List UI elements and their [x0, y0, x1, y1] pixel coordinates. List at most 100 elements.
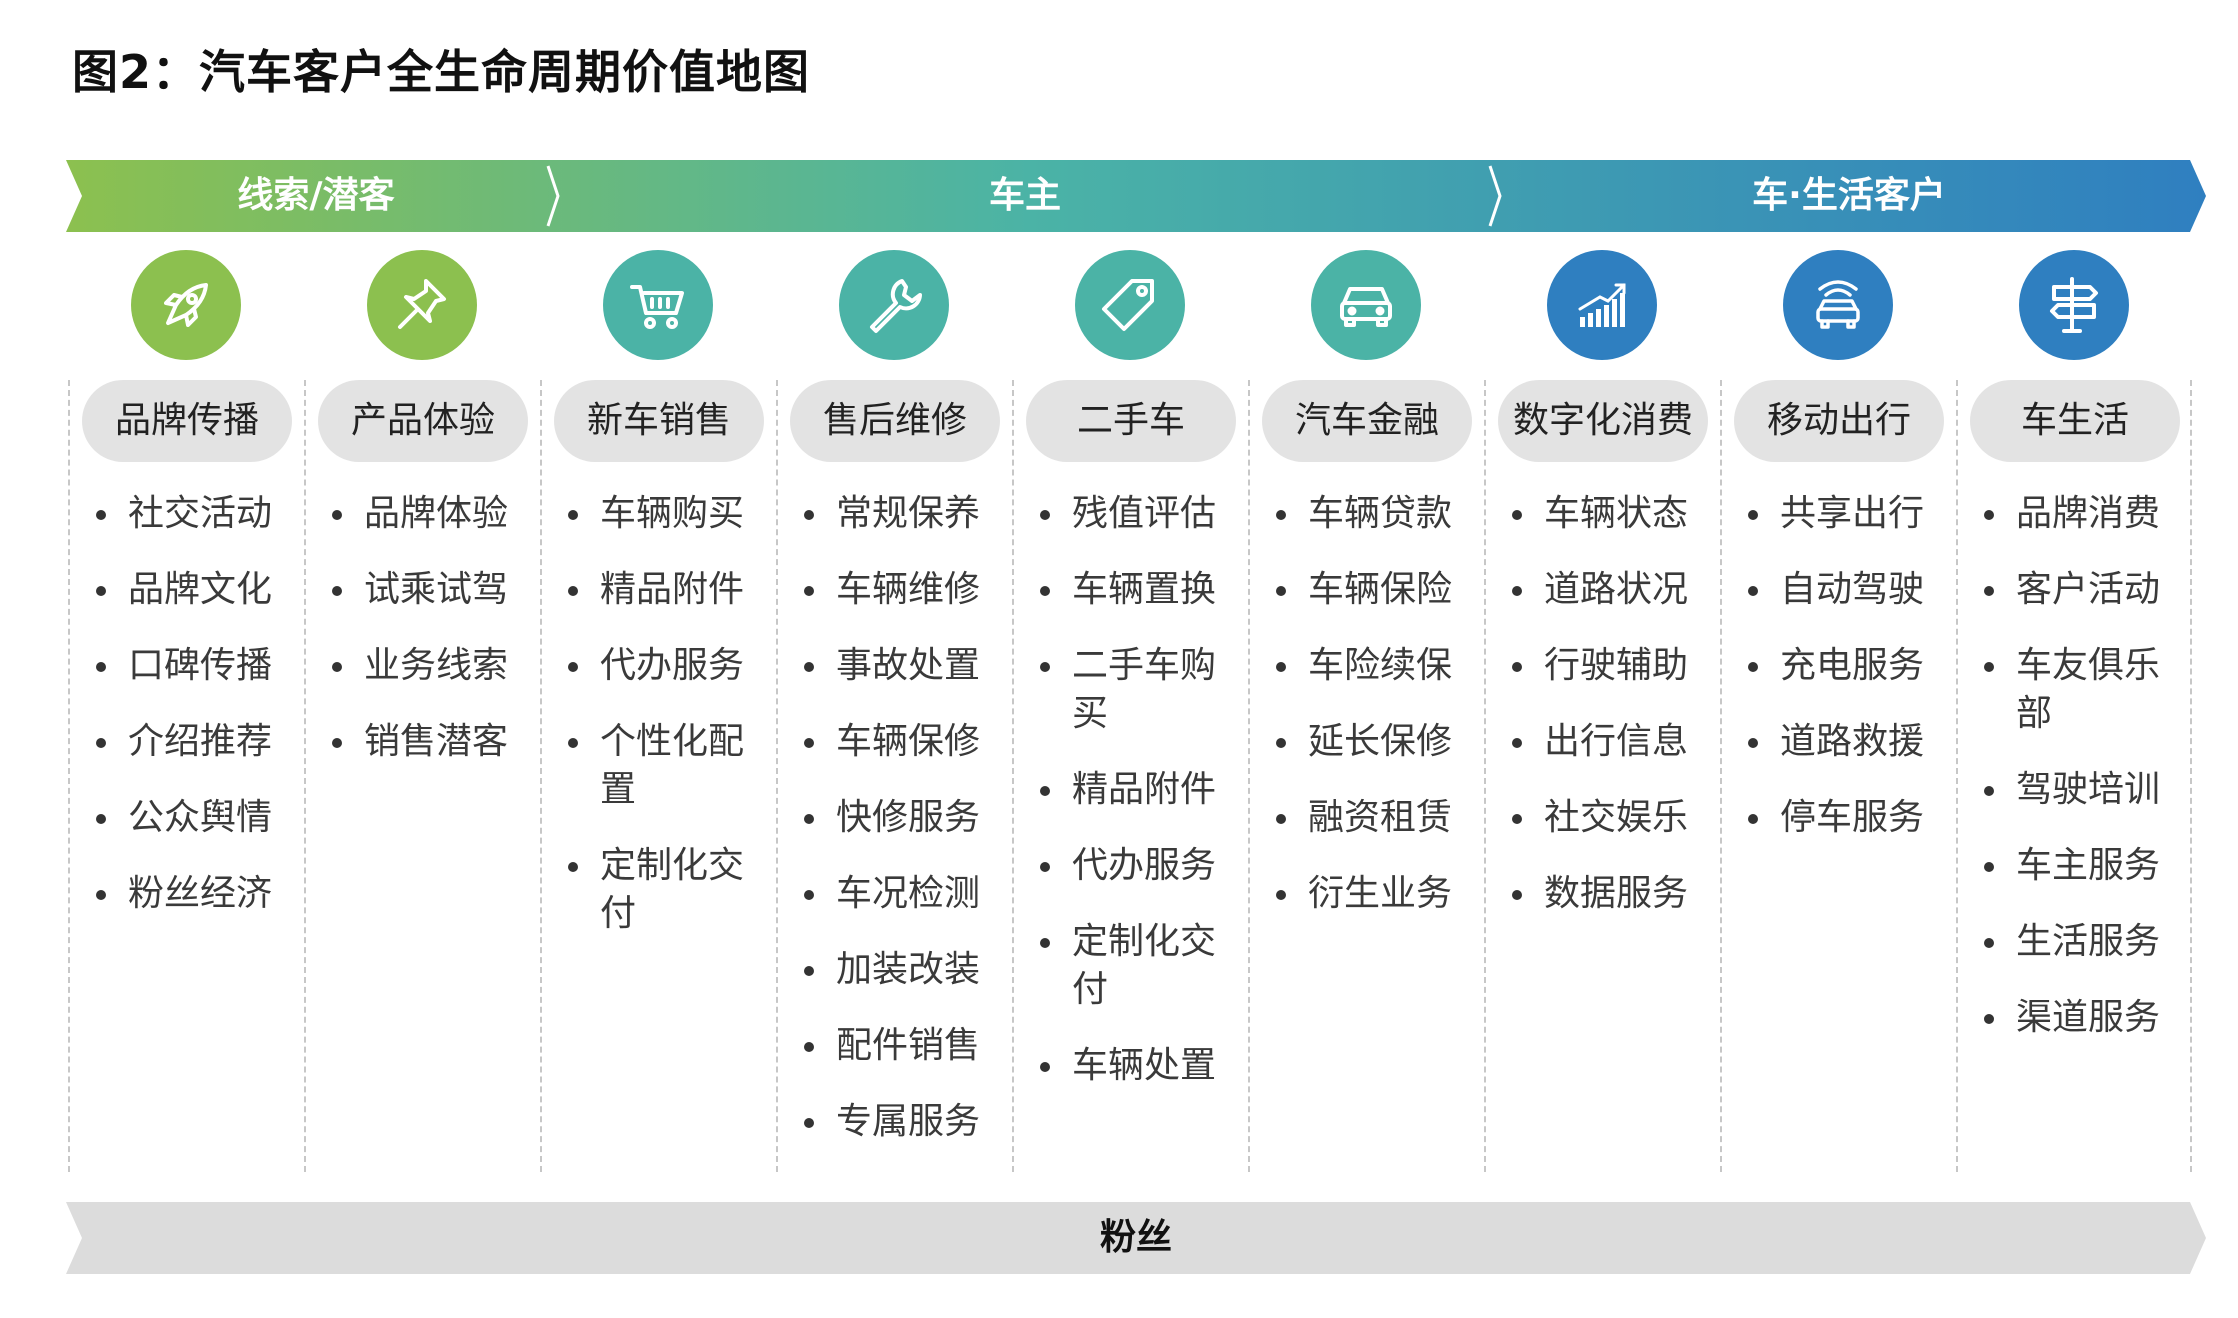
- category-new-car-sales: 新车销售: [554, 380, 764, 462]
- connected-car-icon: [1783, 250, 1893, 360]
- list-item: 充电服务: [1740, 642, 1956, 690]
- price-tag-icon: [1075, 250, 1185, 360]
- list-item: 共享出行: [1740, 490, 1956, 538]
- list-item: 车辆置换: [1032, 566, 1248, 614]
- pushpin-icon: [367, 250, 477, 360]
- list-item: 定制化交付: [1032, 918, 1248, 1014]
- list-item: 常规保养: [796, 490, 1012, 538]
- fans-label: 粉丝: [1099, 1217, 1172, 1258]
- list-item: 车辆处置: [1032, 1042, 1248, 1090]
- list-item: 品牌文化: [88, 566, 304, 614]
- list-item: 配件销售: [796, 1022, 1012, 1070]
- list-item: 自动驾驶: [1740, 566, 1956, 614]
- column-product-experience: 产品体验 品牌体验 试乘试驾 业务线索 销售潜客: [304, 250, 540, 1172]
- list-item: 二手车购买: [1032, 642, 1248, 738]
- column-mobility: 移动出行 共享出行 自动驾驶 充电服务 道路救援 停车服务: [1720, 250, 1956, 1172]
- list-item: 个性化配置: [560, 718, 776, 814]
- wrench-icon: [839, 250, 949, 360]
- list-item: 渠道服务: [1976, 994, 2192, 1042]
- column-divider: [1248, 380, 1250, 1172]
- item-list: 品牌体验 试乘试驾 业务线索 销售潜客: [324, 490, 540, 794]
- category-auto-finance: 汽车金融: [1262, 380, 1472, 462]
- column-auto-finance: 汽车金融 车辆贷款 车辆保险 车险续保 延长保修 融资租赁 衍生业务: [1248, 250, 1484, 1172]
- item-list: 常规保养 车辆维修 事故处置 车辆保修 快修服务 车况检测 加装改装 配件销售 …: [796, 490, 1012, 1174]
- category-used-car: 二手车: [1026, 380, 1236, 462]
- value-map-columns: 品牌传播 社交活动 品牌文化 口碑传播 介绍推荐 公众舆情 粉丝经济 产品体验 …: [68, 250, 2204, 1172]
- item-list: 车辆贷款 车辆保险 车险续保 延长保修 融资租赁 衍生业务: [1268, 490, 1484, 946]
- growth-chart-icon: [1547, 250, 1657, 360]
- item-list: 社交活动 品牌文化 口碑传播 介绍推荐 公众舆情 粉丝经济: [88, 490, 304, 946]
- phase-label-leads: 线索/潜客: [237, 175, 395, 216]
- column-divider: [776, 380, 778, 1172]
- column-after-sales: 售后维修 常规保养 车辆维修 事故处置 车辆保修 快修服务 车况检测 加装改装 …: [776, 250, 1012, 1172]
- item-list: 品牌消费 客户活动 车友俱乐部 驾驶培训 车主服务 生活服务 渠道服务: [1976, 490, 2192, 1070]
- list-item: 车辆贷款: [1268, 490, 1484, 538]
- list-item: 行驶辅助: [1504, 642, 1720, 690]
- list-item: 数据服务: [1504, 870, 1720, 918]
- category-car-life: 车生活: [1970, 380, 2180, 462]
- category-after-sales: 售后维修: [790, 380, 1000, 462]
- list-item: 生活服务: [1976, 918, 2192, 966]
- phase-label-life-customer: 车·生活客户: [1752, 175, 1946, 216]
- list-item: 驾驶培训: [1976, 766, 2192, 814]
- column-divider: [1484, 380, 1486, 1172]
- list-item: 融资租赁: [1268, 794, 1484, 842]
- list-item: 社交活动: [88, 490, 304, 538]
- category-brand-communication: 品牌传播: [82, 380, 292, 462]
- list-item: 事故处置: [796, 642, 1012, 690]
- list-item: 社交娱乐: [1504, 794, 1720, 842]
- list-item: 定制化交付: [560, 842, 776, 938]
- list-item: 车况检测: [796, 870, 1012, 918]
- list-item: 衍生业务: [1268, 870, 1484, 918]
- page-title: 图2：汽车客户全生命周期价值地图: [72, 45, 811, 99]
- item-list: 车辆购买 精品附件 代办服务 个性化配置 定制化交付: [560, 490, 776, 966]
- item-list: 车辆状态 道路状况 行驶辅助 出行信息 社交娱乐 数据服务: [1504, 490, 1720, 946]
- column-car-life: 车生活 品牌消费 客户活动 车友俱乐部 驾驶培训 车主服务 生活服务 渠道服务: [1956, 250, 2192, 1172]
- list-item: 道路救援: [1740, 718, 1956, 766]
- list-item: 道路状况: [1504, 566, 1720, 614]
- item-list: 共享出行 自动驾驶 充电服务 道路救援 停车服务: [1740, 490, 1956, 870]
- list-item: 车辆保险: [1268, 566, 1484, 614]
- list-item: 精品附件: [1032, 766, 1248, 814]
- list-item: 车辆状态: [1504, 490, 1720, 538]
- column-divider: [1720, 380, 1722, 1172]
- phase-label-owner: 车主: [988, 175, 1061, 216]
- list-item: 残值评估: [1032, 490, 1248, 538]
- list-item: 延长保修: [1268, 718, 1484, 766]
- list-item: 口碑传播: [88, 642, 304, 690]
- list-item: 车主服务: [1976, 842, 2192, 890]
- item-list: 残值评估 车辆置换 二手车购买 精品附件 代办服务 定制化交付 车辆处置: [1032, 490, 1248, 1118]
- column-divider: [540, 380, 542, 1172]
- list-item: 车辆保修: [796, 718, 1012, 766]
- list-item: 介绍推荐: [88, 718, 304, 766]
- category-mobility: 移动出行: [1734, 380, 1944, 462]
- list-item: 车辆维修: [796, 566, 1012, 614]
- shopping-cart-icon: [603, 250, 713, 360]
- phase-band: 线索/潜客 车主 车·生活客户: [66, 160, 2206, 232]
- list-item: 停车服务: [1740, 794, 1956, 842]
- list-item: 车友俱乐部: [1976, 642, 2192, 738]
- list-item: 出行信息: [1504, 718, 1720, 766]
- column-digital-consumption: 数字化消费 车辆状态 道路状况 行驶辅助 出行信息 社交娱乐 数据服务: [1484, 250, 1720, 1172]
- list-item: 快修服务: [796, 794, 1012, 842]
- list-item: 品牌体验: [324, 490, 540, 538]
- list-item: 客户活动: [1976, 566, 2192, 614]
- list-item: 车辆购买: [560, 490, 776, 538]
- category-product-experience: 产品体验: [318, 380, 528, 462]
- list-item: 代办服务: [560, 642, 776, 690]
- column-divider: [1012, 380, 1014, 1172]
- list-item: 公众舆情: [88, 794, 304, 842]
- column-new-car-sales: 新车销售 车辆购买 精品附件 代办服务 个性化配置 定制化交付: [540, 250, 776, 1172]
- column-divider: [304, 380, 306, 1172]
- rocket-icon: [131, 250, 241, 360]
- column-brand-communication: 品牌传播 社交活动 品牌文化 口碑传播 介绍推荐 公众舆情 粉丝经济: [68, 250, 304, 1172]
- list-item: 试乘试驾: [324, 566, 540, 614]
- list-item: 专属服务: [796, 1098, 1012, 1146]
- category-digital-consumption: 数字化消费: [1498, 380, 1708, 462]
- car-icon: [1311, 250, 1421, 360]
- list-item: 品牌消费: [1976, 490, 2192, 538]
- column-divider: [68, 380, 70, 1172]
- list-item: 业务线索: [324, 642, 540, 690]
- column-used-car: 二手车 残值评估 车辆置换 二手车购买 精品附件 代办服务 定制化交付 车辆处置: [1012, 250, 1248, 1172]
- list-item: 加装改装: [796, 946, 1012, 994]
